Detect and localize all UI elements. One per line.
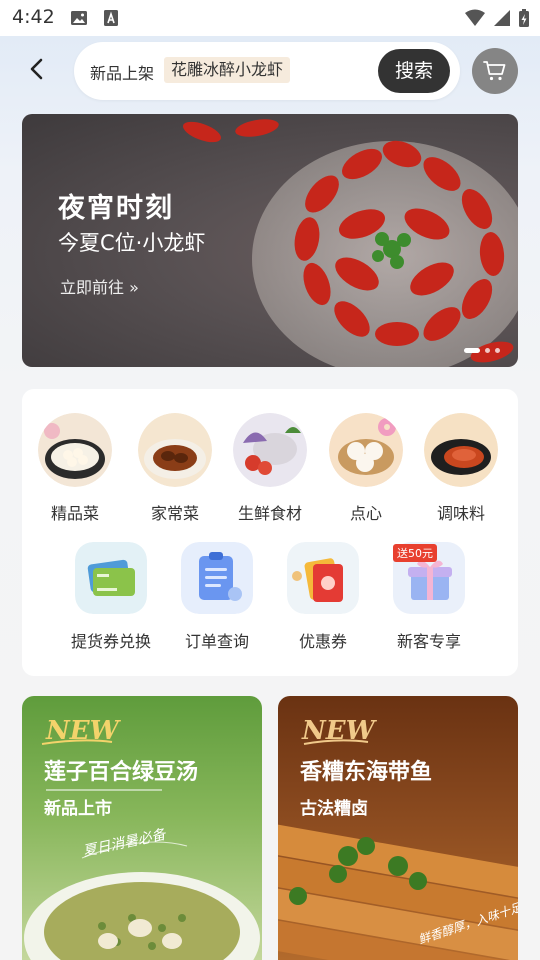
signal-icon bbox=[494, 10, 510, 26]
coupon-icon bbox=[287, 542, 359, 614]
keyboard-a-icon bbox=[104, 10, 118, 26]
category-label: 调味料 bbox=[436, 504, 485, 523]
search-keyword-tag[interactable]: 花雕冰醉小龙虾 bbox=[164, 57, 291, 83]
pagination-dot-active bbox=[464, 348, 480, 353]
category-item-seasoning[interactable]: 调味料 bbox=[413, 413, 509, 524]
status-right-group bbox=[464, 8, 530, 28]
search-placeholder-prefix: 新品上架 bbox=[90, 64, 155, 83]
order-clipboard-icon bbox=[181, 542, 253, 614]
banner-go-link[interactable]: 立即前往 » bbox=[60, 274, 139, 298]
chevron-left-icon bbox=[30, 58, 43, 80]
category-item-fresh[interactable]: 生鲜食材 bbox=[222, 413, 318, 524]
new-badge: NEW bbox=[302, 716, 375, 746]
promo-card-mung-bean-soup[interactable]: 夏日消暑必备 NEW 莲子百合绿豆汤 新品上市 bbox=[22, 696, 262, 960]
service-label: 提货券兑换 bbox=[70, 632, 151, 651]
category-item-dim-sum[interactable]: 点心 bbox=[318, 413, 414, 524]
service-item-coupon[interactable]: 优惠券 bbox=[270, 542, 376, 652]
premium-dish-icon bbox=[38, 413, 112, 487]
promo-banner[interactable]: 夜宵时刻 今夏C位·小龙虾 立即前往 » bbox=[22, 114, 518, 367]
category-card: 精品菜 家常菜 生鲜食材 点心 调味料 提货券兑换 订单查询 优惠券 送50元 … bbox=[22, 389, 518, 676]
image-icon bbox=[71, 11, 87, 25]
voucher-card-icon bbox=[75, 542, 147, 614]
dim-sum-icon bbox=[329, 413, 403, 487]
category-label: 点心 bbox=[349, 504, 382, 523]
seasoning-icon bbox=[424, 413, 498, 487]
promo-subtitle: 新品上市 bbox=[44, 799, 112, 819]
promo-title: 香糟东海带鱼 bbox=[300, 759, 433, 785]
shopping-cart-icon bbox=[483, 61, 506, 81]
home-dish-icon bbox=[138, 413, 212, 487]
battery-charging-icon bbox=[519, 9, 529, 27]
category-label: 家常菜 bbox=[150, 504, 199, 523]
banner-pagination bbox=[464, 348, 500, 353]
promo-card-hairtail-fish[interactable]: 鲜香醇厚，入味十足 NEW 香糟东海带鱼 古法糟卤 bbox=[278, 696, 518, 960]
search-button[interactable]: 搜索 bbox=[378, 49, 450, 93]
category-label: 精品菜 bbox=[50, 504, 99, 523]
status-time: 4:42 bbox=[12, 6, 55, 28]
banner-title: 夜宵时刻 bbox=[58, 193, 174, 224]
category-item-premium[interactable]: 精品菜 bbox=[27, 413, 123, 524]
pagination-dot bbox=[485, 348, 490, 353]
service-label: 订单查询 bbox=[184, 632, 249, 651]
svg-text:夏日消暑必备: 夏日消暑必备 bbox=[82, 826, 169, 860]
category-item-home-dish[interactable]: 家常菜 bbox=[127, 413, 223, 524]
service-label: 新客专享 bbox=[396, 632, 461, 651]
category-label: 生鲜食材 bbox=[237, 504, 302, 523]
service-item-voucher[interactable]: 提货券兑换 bbox=[58, 542, 164, 652]
status-bar: 4:42 bbox=[0, 0, 540, 36]
service-item-new-customer[interactable]: 送50元 新客专享 bbox=[376, 542, 482, 652]
promo-title: 莲子百合绿豆汤 bbox=[44, 759, 199, 785]
service-item-orders[interactable]: 订单查询 bbox=[164, 542, 270, 652]
pagination-dot bbox=[495, 348, 500, 353]
service-label: 优惠券 bbox=[298, 632, 347, 651]
fresh-ingredients-icon bbox=[233, 413, 307, 487]
new-customer-badge: 送50元 bbox=[393, 544, 437, 562]
search-input[interactable]: 新品上架 花雕冰醉小龙虾 搜索 bbox=[74, 42, 460, 100]
back-button[interactable] bbox=[22, 54, 52, 84]
banner-subtitle: 今夏C位·小龙虾 bbox=[58, 231, 206, 255]
new-badge: NEW bbox=[46, 716, 119, 746]
gift-box-icon: 送50元 bbox=[393, 542, 465, 614]
cart-button[interactable] bbox=[472, 48, 518, 94]
promo-subtitle: 古法糟卤 bbox=[300, 799, 368, 819]
wifi-icon bbox=[465, 9, 485, 26]
